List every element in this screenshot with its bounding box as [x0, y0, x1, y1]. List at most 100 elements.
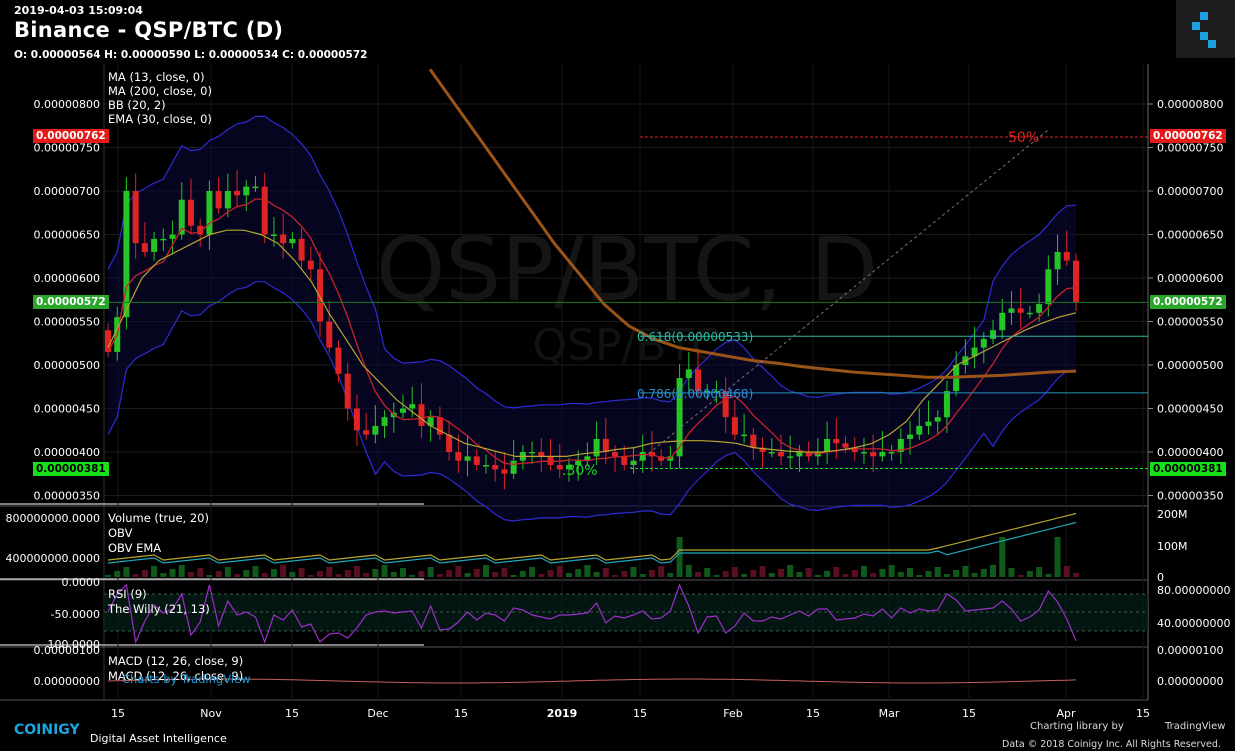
- y-tick-right: 0.00000700: [1157, 185, 1223, 198]
- volume-bar: [750, 570, 757, 577]
- candle-body: [141, 243, 148, 252]
- candle-body: [215, 191, 222, 209]
- candle-body: [344, 373, 351, 409]
- candle-body: [860, 452, 867, 454]
- candle-body: [317, 269, 324, 322]
- x-tick-label: Dec: [367, 707, 388, 720]
- candle-body: [160, 238, 167, 241]
- candle-body: [187, 199, 194, 226]
- volume-bar: [722, 571, 729, 577]
- candle-body: [335, 347, 342, 374]
- volume-bar: [796, 572, 803, 577]
- watermark-main: QSP/BTC, D: [376, 218, 878, 321]
- volume-bar: [759, 566, 766, 577]
- copyright-text: Data © 2018 Coinigy Inc. All Rights Rese…: [1002, 739, 1221, 750]
- candle-body: [602, 438, 609, 452]
- volume-bar: [501, 568, 508, 577]
- tradingview-link[interactable]: TradingView: [1165, 721, 1225, 732]
- volume-bar: [464, 573, 471, 577]
- last-price-tag-right: 0.00000572: [1150, 295, 1226, 309]
- candle-body: [224, 191, 231, 209]
- candle-body: [999, 312, 1006, 331]
- volume-bar: [851, 570, 858, 577]
- candle-body: [381, 417, 388, 426]
- volume-bar: [510, 575, 517, 577]
- candle-body: [731, 417, 738, 435]
- volume-bar: [289, 572, 296, 577]
- legend-ma200: MA (200, close, 0): [108, 84, 212, 98]
- x-tick-label: 15: [962, 707, 976, 720]
- volume-bar: [418, 571, 425, 577]
- volume-bar: [879, 569, 886, 577]
- candle-body: [363, 430, 370, 435]
- support-tag-left: 0.00000381: [33, 462, 109, 476]
- volume-bar: [971, 573, 978, 577]
- candle-body: [464, 456, 471, 461]
- volume-bar: [990, 565, 997, 577]
- candle-body: [529, 452, 536, 454]
- volume-bar: [768, 573, 775, 577]
- macd-y-tick-right: 0.00000000: [1157, 675, 1223, 688]
- volume-bar: [1054, 537, 1061, 577]
- candle-body: [943, 391, 950, 418]
- candle-body: [833, 438, 840, 444]
- legend-macd: MACD (12, 26, close, 9): [108, 654, 244, 668]
- volume-bar: [833, 567, 840, 577]
- volume-bar: [151, 566, 158, 577]
- candle-body: [934, 417, 941, 422]
- volume-bar: [648, 570, 655, 577]
- macd-y-tick-right: 0.00000100: [1157, 644, 1223, 657]
- y-tick-right: 0.00000650: [1157, 229, 1223, 242]
- volume-bar: [685, 565, 692, 577]
- volume-bar: [538, 574, 545, 577]
- legend-ema30: EMA (30, close, 0): [108, 112, 212, 126]
- volume-y-tick: 800000000.0000: [6, 512, 100, 525]
- y-tick-left: 0.00000750: [34, 142, 100, 155]
- volume-bar: [897, 572, 904, 577]
- candle-body: [280, 234, 287, 244]
- volume-bar: [667, 573, 674, 577]
- volume-bar: [317, 571, 324, 577]
- fib-top-percent: 50%: [1008, 130, 1040, 146]
- volume-bar: [473, 569, 480, 577]
- candle-body: [298, 238, 305, 261]
- candle-body: [842, 443, 849, 448]
- candle-body: [925, 421, 932, 426]
- y-tick-right: 0.00000800: [1157, 98, 1223, 111]
- y-tick-right: 0.00000600: [1157, 272, 1223, 285]
- candle-body: [685, 369, 692, 379]
- volume-bar: [298, 568, 305, 577]
- candle-body: [169, 234, 176, 239]
- volume-bar: [280, 565, 287, 577]
- candle-body: [1026, 312, 1033, 315]
- candle-body: [151, 238, 158, 252]
- volume-bar: [584, 565, 591, 577]
- candle-body: [621, 456, 628, 466]
- volume-legend: Volume (true, 20) OBV OBV EMA: [108, 511, 209, 556]
- volume-bar: [344, 570, 351, 577]
- volume-bar: [123, 567, 130, 577]
- volume-bar: [676, 537, 683, 577]
- candle-body: [473, 456, 480, 466]
- x-tick-label: 15: [454, 707, 468, 720]
- volume-bar: [842, 574, 849, 577]
- volume-bar: [178, 565, 185, 577]
- y-tick-right: 0.00000750: [1157, 142, 1223, 155]
- y-tick-left: 0.00000700: [34, 185, 100, 198]
- candle-body: [907, 434, 914, 439]
- candle-body: [372, 425, 379, 435]
- y-tick-right: 0.00000400: [1157, 446, 1223, 459]
- volume-bar: [132, 574, 139, 577]
- volume-bar: [206, 575, 213, 577]
- main-legend: MA (13, close, 0) MA (200, close, 0) BB …: [108, 70, 212, 126]
- y-tick-left: 0.00000400: [34, 446, 100, 459]
- volume-bar: [925, 571, 932, 577]
- volume-bar: [575, 569, 582, 577]
- candle-body: [1054, 251, 1061, 270]
- y-tick-left: 0.00000800: [34, 98, 100, 111]
- candle-body: [409, 404, 416, 409]
- coinigy-brand[interactable]: COINIGY: [14, 722, 80, 738]
- volume-bar: [326, 567, 333, 577]
- y-tick-left: 0.00000600: [34, 272, 100, 285]
- volume-bar: [215, 571, 222, 577]
